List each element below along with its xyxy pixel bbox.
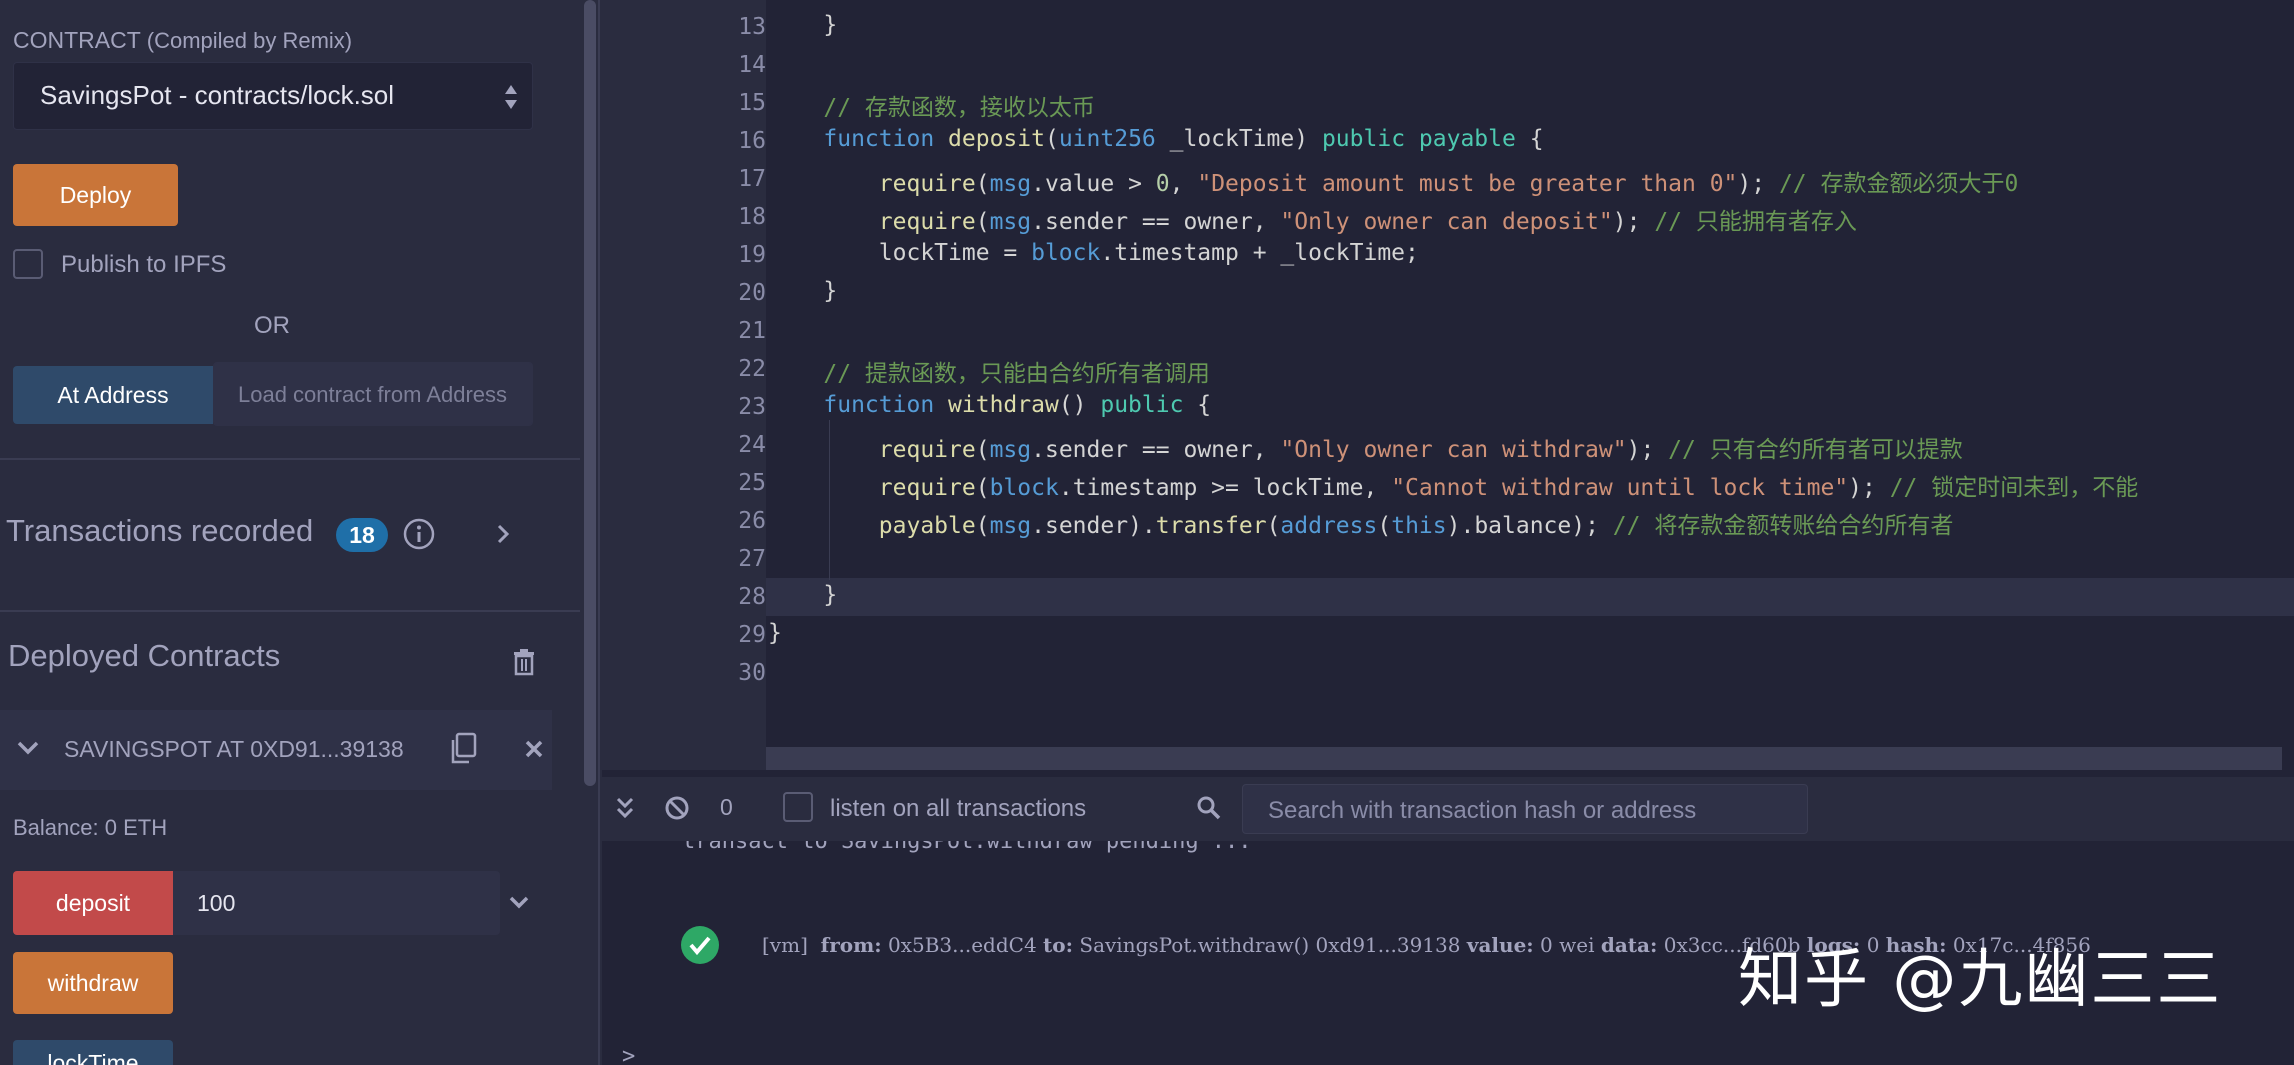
scrollbar-thumb[interactable] (584, 0, 596, 786)
contract-instance: SAVINGSPOT AT 0XD91...39138 Balance: 0 E… (0, 710, 552, 1065)
line-number: 18 (738, 204, 766, 230)
log-from-key: from: (820, 933, 882, 957)
locktime-button[interactable]: lockTime (13, 1040, 173, 1065)
deploy-run-panel: CONTRACT (Compiled by Remix) SavingsPot … (0, 0, 580, 1065)
terminal-toolbar: 0 listen on all transactions Search with… (602, 777, 2294, 841)
deposit-input-value: 100 (197, 890, 236, 916)
line-number: 16 (738, 128, 766, 154)
log-from: 0x5B3...eddC4 (887, 933, 1037, 957)
code-editor[interactable]: 13 14 15 16 17 18 19 20 21 22 23 24 25 2… (602, 0, 2294, 770)
deployed-contracts-label: Deployed Contracts (8, 638, 281, 673)
line-number: 25 (738, 470, 766, 496)
line-number: 30 (738, 660, 766, 686)
code-line: } (768, 12, 838, 38)
search-icon (1196, 795, 1222, 821)
chevron-down-icon[interactable] (16, 738, 40, 758)
deploy-button[interactable]: Deploy (13, 164, 178, 226)
code-line: // 存款函数，接收以太币 (823, 95, 1095, 121)
collapse-terminal-icon[interactable] (616, 797, 634, 819)
listen-checkbox[interactable] (783, 792, 813, 822)
line-number: 20 (738, 280, 766, 306)
contract-select-value: SavingsPot - contracts/lock.sol (40, 80, 395, 110)
or-label: OR (254, 312, 290, 339)
code-line: lockTime = block.timestamp + _lockTime; (878, 240, 1419, 266)
current-line-highlight (766, 578, 2294, 616)
divider (0, 610, 580, 612)
line-number: 24 (738, 432, 766, 458)
search-placeholder: Search with transaction hash or address (1268, 797, 1697, 824)
log-vm: [vm] (762, 933, 808, 957)
at-address-button[interactable]: At Address (13, 366, 213, 424)
deposit-input[interactable]: 100 (173, 871, 500, 935)
success-check-icon (681, 926, 719, 964)
info-icon[interactable] (402, 517, 436, 551)
contract-select[interactable]: SavingsPot - contracts/lock.sol (13, 62, 533, 130)
listen-label: listen on all transactions (830, 795, 1087, 822)
line-number: 22 (738, 356, 766, 382)
log-value: 0 wei (1540, 933, 1595, 957)
select-arrows-icon (504, 83, 518, 111)
copy-icon[interactable] (448, 732, 478, 766)
transactions-recorded-label: Transactions recorded (6, 513, 314, 548)
watermark: 知乎 @九幽三三 (1738, 943, 2223, 1017)
clear-console-icon[interactable] (664, 795, 690, 821)
chevron-down-icon[interactable] (508, 895, 530, 911)
trash-icon[interactable] (512, 648, 536, 676)
code-line: require(msg.value > 0, "Deposit amount m… (878, 171, 2019, 197)
code-line: function deposit(uint256 _lockTime) publ… (823, 126, 1544, 152)
code-line: require(msg.sender == owner, "Only owner… (878, 209, 1857, 235)
deposit-button[interactable]: deposit (13, 871, 173, 935)
code-line: } (768, 278, 838, 304)
balance-label: Balance: 0 ETH (13, 815, 168, 840)
line-number: 19 (738, 242, 766, 268)
line-number: 27 (738, 546, 766, 572)
line-number: 21 (738, 318, 766, 344)
contract-label: CONTRACT (Compiled by Remix) (13, 27, 352, 54)
divider (0, 458, 580, 460)
horizontal-scrollbar[interactable] (766, 747, 2282, 770)
log-to: SavingsPot.withdraw() 0xd91...39138 (1079, 933, 1461, 957)
at-address-input[interactable]: Load contract from Address (213, 362, 533, 426)
code-line: } (768, 620, 782, 646)
line-number: 15 (738, 90, 766, 116)
panel-border (598, 0, 600, 1065)
at-address-placeholder: Load contract from Address (238, 382, 508, 407)
log-data-key: data: (1600, 933, 1658, 957)
line-number: 26 (738, 508, 766, 534)
contract-label-text: CONTRACT (13, 27, 141, 53)
line-number: 29 (738, 622, 766, 648)
chevron-right-icon[interactable] (493, 522, 513, 546)
locktime-label: lockTime (47, 1050, 139, 1065)
close-icon[interactable] (525, 740, 543, 758)
code-line: // 提款函数，只能由合约所有者调用 (823, 361, 1210, 387)
line-number: 23 (738, 394, 766, 420)
log-value-key: value: (1466, 933, 1534, 957)
instance-title-text: SAVINGSPOT AT 0XD91...39138 (64, 736, 404, 762)
contract-label-sub: (Compiled by Remix) (146, 28, 353, 53)
line-number: 13 (738, 14, 766, 40)
line-number: 28 (738, 584, 766, 610)
pending-log-line: transact to SavingsPot.withdraw pending … (682, 841, 1252, 854)
withdraw-button[interactable]: withdraw (13, 952, 173, 1014)
transaction-search-input[interactable]: Search with transaction hash or address (1242, 784, 1808, 834)
code-line: payable(msg.sender).transfer(address(thi… (878, 513, 1954, 539)
publish-ipfs-label: Publish to IPFS (61, 251, 227, 278)
code-line: } (768, 582, 838, 608)
publish-ipfs-checkbox[interactable] (13, 249, 43, 279)
instance-title: SAVINGSPOT AT 0XD91...39138 (64, 736, 404, 763)
terminal-prompt[interactable]: > (622, 1044, 635, 1065)
line-number-gutter: 13 14 15 16 17 18 19 20 21 22 23 24 25 2… (602, 0, 766, 770)
line-number: 17 (738, 166, 766, 192)
code-line: function withdraw() public { (823, 392, 1212, 418)
pending-count: 0 (720, 794, 733, 820)
code-line: require(msg.sender == owner, "Only owner… (878, 437, 1963, 463)
code-line: require(block.timestamp >= lockTime, "Ca… (878, 475, 2139, 501)
transactions-count-badge: 18 (336, 518, 388, 552)
line-number: 14 (738, 52, 766, 78)
log-to-key: to: (1043, 933, 1074, 957)
